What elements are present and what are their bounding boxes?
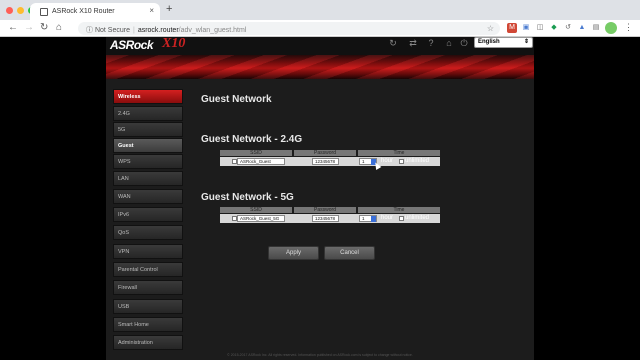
footer-copyright: © 2015-2017 ASRock Inc. All rights reser… bbox=[227, 353, 413, 357]
help-icon[interactable]: ? bbox=[426, 38, 436, 48]
extension-icon[interactable]: ▲ bbox=[577, 23, 587, 33]
page-title: Guest Network bbox=[201, 94, 272, 105]
column-header-ssid: SSID bbox=[220, 207, 292, 213]
sidebar-item-administration[interactable]: Administration bbox=[113, 335, 183, 350]
browser-toolbar: ← → ↻ ⌂ ⓘ Not Secure | asrock.router/adv_w… bbox=[0, 20, 640, 37]
sidebar-item-label: WAN bbox=[118, 194, 131, 200]
sidebar-item-parental-control[interactable]: Parental Control bbox=[113, 262, 183, 277]
reload-icon[interactable]: ↻ bbox=[40, 22, 48, 33]
language-select[interactable]: English ⇕ bbox=[474, 37, 533, 48]
refresh-icon[interactable]: ↻ bbox=[388, 38, 398, 48]
time-select[interactable]: 1 bbox=[359, 215, 377, 222]
url-path: /adv_wlan_guest.html bbox=[178, 27, 247, 34]
password-input[interactable]: 12345678 bbox=[312, 215, 339, 222]
section-title-2-4g: Guest Network - 2.4G bbox=[201, 134, 303, 145]
section-title-5g: Guest Network - 5G bbox=[201, 192, 294, 203]
ssid-input[interactable]: ASRock_Guest_5G bbox=[237, 215, 285, 222]
logout-icon[interactable]: ⏻ bbox=[459, 38, 469, 48]
minimize-window-button[interactable] bbox=[17, 7, 24, 14]
sidebar-item-smart-home[interactable]: Smart Home bbox=[113, 317, 183, 332]
close-window-button[interactable] bbox=[6, 7, 13, 14]
sidebar-item-ipv6[interactable]: IPv6 bbox=[113, 207, 183, 222]
asrock-logo: ASRock bbox=[110, 38, 154, 52]
sidebar-item-label: Smart Home bbox=[118, 322, 149, 328]
sidebar-item-firewall[interactable]: Firewall bbox=[113, 280, 183, 295]
sidebar-item-label: Parental Control bbox=[118, 267, 158, 273]
chevron-down-icon bbox=[371, 216, 376, 222]
close-tab-icon[interactable]: × bbox=[149, 6, 154, 15]
column-header-password: Password bbox=[294, 150, 356, 156]
forward-arrow-icon[interactable]: → bbox=[24, 22, 34, 33]
column-header-ssid: SSID bbox=[220, 150, 292, 156]
sidebar-item-5g[interactable]: 5G bbox=[113, 122, 183, 137]
guest-table-2-4g: SSID Password Time ASRock_Guest 12345678… bbox=[220, 150, 440, 167]
sidebar-item-label: LAN bbox=[118, 176, 129, 182]
extension-icon[interactable]: ▣ bbox=[521, 23, 531, 33]
sidebar-item-label: 5G bbox=[118, 127, 126, 133]
new-tab-button[interactable]: + bbox=[166, 3, 172, 15]
url-host: asrock.router bbox=[137, 27, 179, 34]
profile-avatar[interactable] bbox=[605, 22, 617, 34]
browser-tab-bar: ASRock X10 Router × + bbox=[0, 0, 640, 20]
ssid-input[interactable]: ASRock_Guest bbox=[237, 158, 285, 165]
back-arrow-icon[interactable]: ← bbox=[8, 22, 18, 33]
extension-icon[interactable]: ◆ bbox=[549, 23, 559, 33]
sidebar-item-label: USB bbox=[118, 304, 130, 310]
sidebar-item-label: IPv6 bbox=[118, 212, 130, 218]
unlimited-label: unlimited bbox=[405, 158, 430, 164]
sidebar-item-wan[interactable]: WAN bbox=[113, 189, 183, 204]
sidebar-item-qos[interactable]: QoS bbox=[113, 225, 183, 240]
address-bar[interactable]: ⓘ Not Secure | asrock.router/adv_wlan_gues… bbox=[78, 22, 500, 35]
column-header-time: Time bbox=[358, 207, 440, 213]
column-header-time: Time bbox=[358, 150, 440, 156]
sidebar-item-2-4g[interactable]: 2.4G bbox=[113, 106, 183, 121]
browser-tab[interactable]: ASRock X10 Router × bbox=[30, 3, 160, 20]
red-banner bbox=[106, 55, 534, 79]
sidebar-item-lan[interactable]: LAN bbox=[113, 171, 183, 186]
network-icon[interactable]: ⇄ bbox=[408, 38, 418, 48]
guest-table-5g: SSID Password Time ASRock_Guest_5G 12345… bbox=[220, 207, 440, 224]
sidebar-item-label: Firewall bbox=[118, 285, 137, 291]
home-icon[interactable]: ⌂ bbox=[444, 38, 454, 48]
extension-icon[interactable]: ↺ bbox=[563, 23, 573, 33]
sidebar-item-wireless[interactable]: Wireless bbox=[113, 89, 183, 104]
extension-icon[interactable]: ▤ bbox=[591, 23, 601, 33]
unlimited-checkbox[interactable] bbox=[399, 159, 404, 164]
sidebar-item-label: 2.4G bbox=[118, 111, 130, 117]
hour-label: hour bbox=[381, 215, 394, 221]
gmail-extension-icon[interactable]: M bbox=[507, 23, 517, 33]
language-value: English bbox=[478, 39, 500, 45]
sidebar-item-label: Administration bbox=[118, 340, 153, 346]
extension-icon[interactable]: ◫ bbox=[535, 23, 545, 33]
unlimited-label: unlimited bbox=[405, 215, 430, 221]
browser-menu-icon[interactable]: ⋮ bbox=[624, 22, 633, 33]
select-arrows-icon: ⇕ bbox=[523, 39, 529, 45]
sidebar-item-guest[interactable]: Guest bbox=[113, 138, 183, 153]
security-label: Not Secure bbox=[94, 27, 130, 34]
table-row: ASRock_Guest_5G 12345678 1 hour unlimite… bbox=[220, 214, 440, 223]
sidebar-item-label: WPS bbox=[118, 159, 131, 165]
info-icon[interactable]: ⓘ bbox=[86, 27, 93, 34]
time-select-value: 1 bbox=[362, 216, 365, 221]
hour-label: hour bbox=[381, 158, 394, 164]
cancel-button[interactable]: Cancel bbox=[324, 246, 375, 260]
table-row: ASRock_Guest 12345678 1 hour unlimited bbox=[220, 157, 440, 166]
password-input[interactable]: 12345678 bbox=[312, 158, 339, 165]
sidebar-item-label: Wireless bbox=[118, 94, 141, 100]
unlimited-checkbox[interactable] bbox=[399, 216, 404, 221]
sidebar-item-label: Guest bbox=[118, 143, 134, 149]
column-header-password: Password bbox=[294, 207, 356, 213]
home-icon[interactable]: ⌂ bbox=[56, 22, 62, 33]
sidebar-item-wps[interactable]: WPS bbox=[113, 154, 183, 169]
bookmark-star-icon[interactable]: ☆ bbox=[487, 24, 494, 33]
sidebar-item-label: QoS bbox=[118, 230, 130, 236]
sidebar-item-usb[interactable]: USB bbox=[113, 299, 183, 314]
apply-button[interactable]: Apply bbox=[268, 246, 319, 260]
model-logo: X10 bbox=[162, 36, 186, 51]
sidebar-item-vpn[interactable]: VPN bbox=[113, 244, 183, 259]
time-select-value: 1 bbox=[362, 159, 365, 164]
sidebar-item-label: VPN bbox=[118, 249, 130, 255]
tab-title: ASRock X10 Router bbox=[52, 8, 115, 15]
page-favicon-icon bbox=[40, 8, 48, 16]
